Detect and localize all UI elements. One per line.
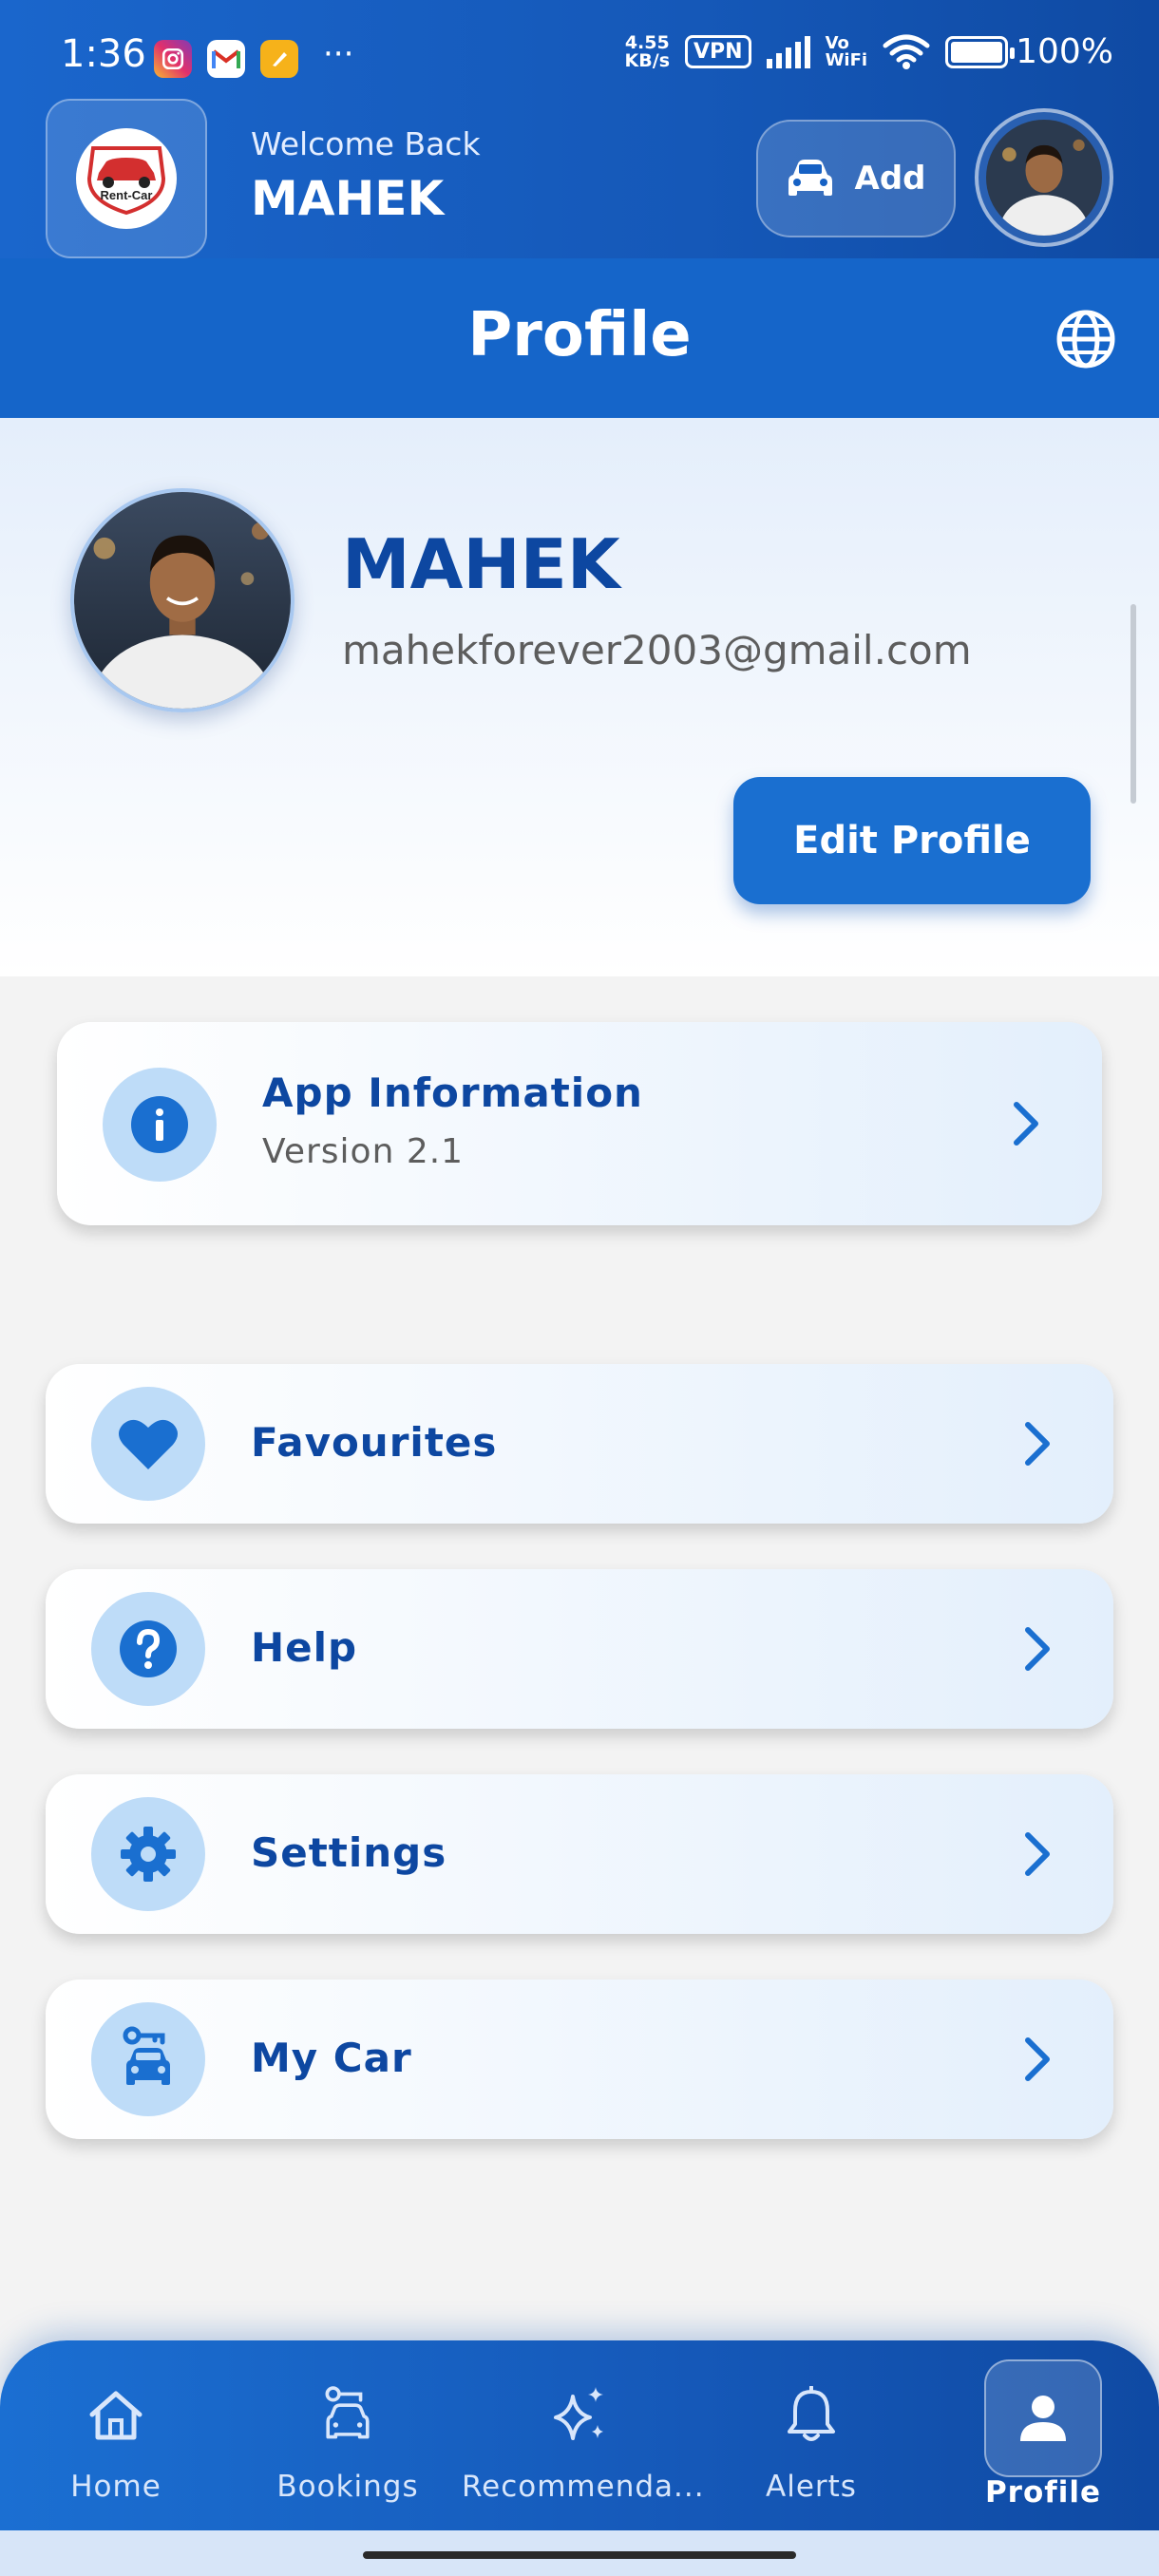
rent-car-logo: Rent-Car: [76, 128, 177, 229]
nav-active-indicator: [984, 2359, 1102, 2477]
vowifi-indicator: Vo WiFi: [825, 32, 868, 70]
favourites-icon-circle: [91, 1387, 205, 1501]
menu-item-favourites[interactable]: Favourites: [46, 1364, 1113, 1524]
cell-signal-icon: [766, 35, 810, 68]
help-icon-circle: [91, 1592, 205, 1706]
nav-label: Bookings: [276, 2470, 419, 2504]
vpn-badge: VPN: [685, 35, 751, 68]
gear-icon: [121, 1827, 176, 1882]
car-logo-icon: Rent-Car: [86, 146, 166, 216]
add-button-label: Add: [854, 160, 926, 198]
chevron-right-icon: [1014, 1102, 1038, 1146]
battery-icon: [945, 35, 1016, 68]
nav-label: Alerts: [766, 2470, 857, 2504]
status-time: 1:36: [61, 32, 146, 76]
battery-indicator: 100%: [945, 32, 1113, 71]
profile-email: mahekforever2003@gmail.com: [342, 627, 972, 673]
status-bar: 1:36 ··· 4.55 KB/s VPN Vo WiFi 100%: [0, 0, 1159, 104]
app-header: 1:36 ··· 4.55 KB/s VPN Vo WiFi 100% Rent…: [0, 0, 1159, 258]
nav-label: Home: [70, 2470, 162, 2504]
home-icon: [83, 2382, 149, 2449]
svg-text:Rent-Car: Rent-Car: [101, 188, 153, 202]
menu-item-label: Help: [251, 1624, 358, 1671]
menu-item-help[interactable]: Help: [46, 1569, 1113, 1729]
car-key-icon: [123, 2026, 170, 2085]
chevron-right-icon: [1025, 1422, 1050, 1466]
nav-item-alerts[interactable]: Alerts: [716, 2340, 906, 2530]
nav-item-recommendations[interactable]: Recommenda...: [462, 2340, 705, 2530]
my-car-icon-circle: [91, 2002, 205, 2116]
settings-icon-circle: [91, 1797, 205, 1911]
heart-icon: [119, 1419, 178, 1469]
add-car-button[interactable]: Add: [756, 120, 956, 237]
nav-item-home[interactable]: Home: [21, 2340, 211, 2530]
help-icon: [120, 1620, 177, 1677]
chevron-right-icon: [1025, 1832, 1050, 1876]
menu-item-label: Favourites: [251, 1419, 498, 1466]
menu-item-label: My Car: [251, 2035, 412, 2081]
nav-label: Recommenda...: [462, 2470, 705, 2504]
gmail-icon: [207, 40, 245, 78]
notes-app-icon: [260, 40, 298, 78]
notification-icons: ···: [154, 35, 354, 78]
edit-profile-button[interactable]: Edit Profile: [733, 777, 1091, 904]
status-right-cluster: 4.55 KB/s VPN Vo WiFi 100%: [625, 32, 1113, 71]
welcome-subtitle: Welcome Back: [251, 125, 481, 162]
gesture-area: [0, 2530, 1159, 2576]
app-logo-button[interactable]: Rent-Car: [46, 99, 207, 258]
welcome-user-name: MAHEK: [251, 171, 445, 226]
network-speed: 4.55 KB/s: [624, 31, 671, 71]
bottom-navigation: Home Bookings Recommenda... Alerts Profi…: [0, 2340, 1159, 2530]
language-globe-icon[interactable]: [1054, 308, 1117, 370]
header-avatar[interactable]: [975, 108, 1113, 247]
car-icon: [788, 160, 832, 196]
menu-item-label: Settings: [251, 1829, 447, 1876]
instagram-icon: [154, 40, 192, 78]
home-gesture-bar[interactable]: [363, 2551, 796, 2559]
menu-item-settings[interactable]: Settings: [46, 1774, 1113, 1934]
app-information-title: App Information: [262, 1070, 643, 1116]
chevron-right-icon: [1025, 1627, 1050, 1671]
chevron-right-icon: [1025, 2037, 1050, 2081]
more-notifications-icon: ···: [323, 35, 354, 73]
avatar-photo: [986, 120, 1102, 236]
profile-photo[interactable]: [70, 488, 294, 712]
wifi-icon: [883, 34, 930, 69]
profile-name: MAHEK: [342, 524, 620, 604]
nav-item-bookings[interactable]: Bookings: [253, 2340, 443, 2530]
info-icon: [131, 1096, 188, 1153]
app-information-card[interactable]: App Information Version 2.1: [57, 1022, 1102, 1225]
app-version-text: Version 2.1: [262, 1132, 465, 1171]
profile-summary: MAHEK mahekforever2003@gmail.com Edit Pr…: [0, 418, 1159, 976]
info-icon-circle: [103, 1068, 217, 1182]
sparkle-icon: [547, 2382, 614, 2449]
nav-label-active: Profile: [984, 2475, 1102, 2510]
menu-item-my-car[interactable]: My Car: [46, 1979, 1113, 2139]
scrollbar-thumb[interactable]: [1130, 604, 1136, 804]
page-title: Profile: [467, 300, 692, 370]
bell-icon: [778, 2382, 845, 2449]
person-icon: [1020, 2396, 1066, 2441]
bookings-icon: [314, 2382, 381, 2449]
nav-item-profile[interactable]: Profile: [948, 2340, 1138, 2530]
title-bar: Profile: [0, 258, 1159, 418]
